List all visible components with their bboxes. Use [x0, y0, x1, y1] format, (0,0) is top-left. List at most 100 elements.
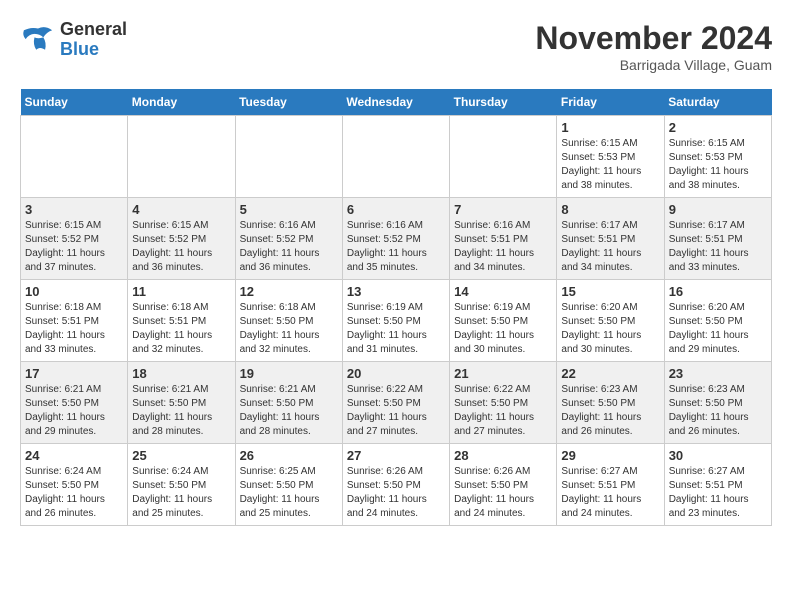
page-header: General Blue November 2024 Barrigada Vil… — [20, 20, 772, 73]
day-info: Sunrise: 6:15 AM Sunset: 5:53 PM Dayligh… — [561, 137, 659, 193]
logo: General Blue — [20, 20, 127, 60]
title-block: November 2024 Barrigada Village, Guam — [535, 20, 772, 73]
col-header-sunday: Sunday — [21, 89, 128, 116]
day-info: Sunrise: 6:16 AM Sunset: 5:51 PM Dayligh… — [454, 219, 552, 275]
day-number: 6 — [347, 202, 445, 217]
day-number: 26 — [240, 448, 338, 463]
day-info: Sunrise: 6:26 AM Sunset: 5:50 PM Dayligh… — [347, 465, 445, 521]
day-info: Sunrise: 6:24 AM Sunset: 5:50 PM Dayligh… — [25, 465, 123, 521]
day-info: Sunrise: 6:15 AM Sunset: 5:52 PM Dayligh… — [25, 219, 123, 275]
calendar-cell: 24 Sunrise: 6:24 AM Sunset: 5:50 PM Dayli… — [21, 444, 128, 526]
day-number: 28 — [454, 448, 552, 463]
day-number: 22 — [561, 366, 659, 381]
calendar-cell: 15 Sunrise: 6:20 AM Sunset: 5:50 PM Dayli… — [557, 280, 664, 362]
day-number: 18 — [132, 366, 230, 381]
calendar-cell: 5 Sunrise: 6:16 AM Sunset: 5:52 PM Daylig… — [235, 198, 342, 280]
calendar-cell: 19 Sunrise: 6:21 AM Sunset: 5:50 PM Dayli… — [235, 362, 342, 444]
day-info: Sunrise: 6:23 AM Sunset: 5:50 PM Dayligh… — [669, 383, 767, 439]
calendar-cell: 3 Sunrise: 6:15 AM Sunset: 5:52 PM Daylig… — [21, 198, 128, 280]
day-info: Sunrise: 6:17 AM Sunset: 5:51 PM Dayligh… — [561, 219, 659, 275]
calendar-cell: 26 Sunrise: 6:25 AM Sunset: 5:50 PM Dayli… — [235, 444, 342, 526]
location-label: Barrigada Village, Guam — [535, 57, 772, 73]
day-number: 29 — [561, 448, 659, 463]
day-number: 13 — [347, 284, 445, 299]
day-number: 7 — [454, 202, 552, 217]
day-number: 8 — [561, 202, 659, 217]
day-number: 1 — [561, 120, 659, 135]
day-info: Sunrise: 6:19 AM Sunset: 5:50 PM Dayligh… — [347, 301, 445, 357]
day-info: Sunrise: 6:17 AM Sunset: 5:51 PM Dayligh… — [669, 219, 767, 275]
day-info: Sunrise: 6:24 AM Sunset: 5:50 PM Dayligh… — [132, 465, 230, 521]
calendar-cell: 2Sunrise: 6:15 AM Sunset: 5:53 PM Daylig… — [664, 116, 771, 198]
day-number: 16 — [669, 284, 767, 299]
month-title: November 2024 — [535, 20, 772, 57]
calendar-cell: 10 Sunrise: 6:18 AM Sunset: 5:51 PM Dayli… — [21, 280, 128, 362]
day-number: 10 — [25, 284, 123, 299]
calendar-cell: 9Sunrise: 6:17 AM Sunset: 5:51 PM Daylig… — [664, 198, 771, 280]
calendar-cell: 20 Sunrise: 6:22 AM Sunset: 5:50 PM Dayli… — [342, 362, 449, 444]
col-header-monday: Monday — [128, 89, 235, 116]
calendar-cell: 13 Sunrise: 6:19 AM Sunset: 5:50 PM Dayli… — [342, 280, 449, 362]
calendar-cell: 17Sunrise: 6:21 AM Sunset: 5:50 PM Dayli… — [21, 362, 128, 444]
day-info: Sunrise: 6:21 AM Sunset: 5:50 PM Dayligh… — [25, 383, 123, 439]
day-info: Sunrise: 6:23 AM Sunset: 5:50 PM Dayligh… — [561, 383, 659, 439]
day-info: Sunrise: 6:22 AM Sunset: 5:50 PM Dayligh… — [347, 383, 445, 439]
day-info: Sunrise: 6:27 AM Sunset: 5:51 PM Dayligh… — [669, 465, 767, 521]
calendar-cell: 11 Sunrise: 6:18 AM Sunset: 5:51 PM Dayli… — [128, 280, 235, 362]
calendar-cell — [235, 116, 342, 198]
col-header-tuesday: Tuesday — [235, 89, 342, 116]
calendar-cell: 12Sunrise: 6:18 AM Sunset: 5:50 PM Dayli… — [235, 280, 342, 362]
calendar-cell: 4 Sunrise: 6:15 AM Sunset: 5:52 PM Daylig… — [128, 198, 235, 280]
day-info: Sunrise: 6:18 AM Sunset: 5:51 PM Dayligh… — [25, 301, 123, 357]
day-info: Sunrise: 6:22 AM Sunset: 5:50 PM Dayligh… — [454, 383, 552, 439]
calendar-week-row: 10 Sunrise: 6:18 AM Sunset: 5:51 PM Dayli… — [21, 280, 772, 362]
calendar-cell: 27 Sunrise: 6:26 AM Sunset: 5:50 PM Dayli… — [342, 444, 449, 526]
calendar-cell: 18Sunrise: 6:21 AM Sunset: 5:50 PM Dayli… — [128, 362, 235, 444]
calendar-cell — [128, 116, 235, 198]
day-number: 5 — [240, 202, 338, 217]
calendar-cell: 23 Sunrise: 6:23 AM Sunset: 5:50 PM Dayli… — [664, 362, 771, 444]
calendar-cell — [342, 116, 449, 198]
day-number: 30 — [669, 448, 767, 463]
day-number: 24 — [25, 448, 123, 463]
day-info: Sunrise: 6:18 AM Sunset: 5:50 PM Dayligh… — [240, 301, 338, 357]
day-number: 14 — [454, 284, 552, 299]
calendar-cell: 30 Sunrise: 6:27 AM Sunset: 5:51 PM Dayli… — [664, 444, 771, 526]
day-info: Sunrise: 6:19 AM Sunset: 5:50 PM Dayligh… — [454, 301, 552, 357]
calendar-cell: 25 Sunrise: 6:24 AM Sunset: 5:50 PM Dayli… — [128, 444, 235, 526]
day-info: Sunrise: 6:21 AM Sunset: 5:50 PM Dayligh… — [240, 383, 338, 439]
day-number: 23 — [669, 366, 767, 381]
day-info: Sunrise: 6:20 AM Sunset: 5:50 PM Dayligh… — [561, 301, 659, 357]
calendar-cell — [21, 116, 128, 198]
day-number: 3 — [25, 202, 123, 217]
col-header-wednesday: Wednesday — [342, 89, 449, 116]
calendar-cell: 28 Sunrise: 6:26 AM Sunset: 5:50 PM Dayli… — [450, 444, 557, 526]
day-number: 20 — [347, 366, 445, 381]
calendar-header-row: SundayMondayTuesdayWednesdayThursdayFrid… — [21, 89, 772, 116]
calendar-cell: 29Sunrise: 6:27 AM Sunset: 5:51 PM Dayli… — [557, 444, 664, 526]
day-number: 25 — [132, 448, 230, 463]
day-number: 27 — [347, 448, 445, 463]
calendar-cell: 7 Sunrise: 6:16 AM Sunset: 5:51 PM Daylig… — [450, 198, 557, 280]
calendar-cell: 16Sunrise: 6:20 AM Sunset: 5:50 PM Dayli… — [664, 280, 771, 362]
day-number: 4 — [132, 202, 230, 217]
day-info: Sunrise: 6:16 AM Sunset: 5:52 PM Dayligh… — [240, 219, 338, 275]
calendar-week-row: 17Sunrise: 6:21 AM Sunset: 5:50 PM Dayli… — [21, 362, 772, 444]
calendar-week-row: 3 Sunrise: 6:15 AM Sunset: 5:52 PM Daylig… — [21, 198, 772, 280]
calendar-cell: 1 Sunrise: 6:15 AM Sunset: 5:53 PM Daylig… — [557, 116, 664, 198]
day-info: Sunrise: 6:26 AM Sunset: 5:50 PM Dayligh… — [454, 465, 552, 521]
day-number: 2 — [669, 120, 767, 135]
day-info: Sunrise: 6:15 AM Sunset: 5:52 PM Dayligh… — [132, 219, 230, 275]
day-info: Sunrise: 6:18 AM Sunset: 5:51 PM Dayligh… — [132, 301, 230, 357]
calendar-cell — [450, 116, 557, 198]
col-header-thursday: Thursday — [450, 89, 557, 116]
calendar-table: SundayMondayTuesdayWednesdayThursdayFrid… — [20, 89, 772, 526]
day-number: 15 — [561, 284, 659, 299]
calendar-week-row: 1 Sunrise: 6:15 AM Sunset: 5:53 PM Daylig… — [21, 116, 772, 198]
day-number: 19 — [240, 366, 338, 381]
day-info: Sunrise: 6:16 AM Sunset: 5:52 PM Dayligh… — [347, 219, 445, 275]
day-number: 11 — [132, 284, 230, 299]
day-info: Sunrise: 6:25 AM Sunset: 5:50 PM Dayligh… — [240, 465, 338, 521]
calendar-cell: 6 Sunrise: 6:16 AM Sunset: 5:52 PM Daylig… — [342, 198, 449, 280]
logo-text-line1: General — [60, 20, 127, 40]
